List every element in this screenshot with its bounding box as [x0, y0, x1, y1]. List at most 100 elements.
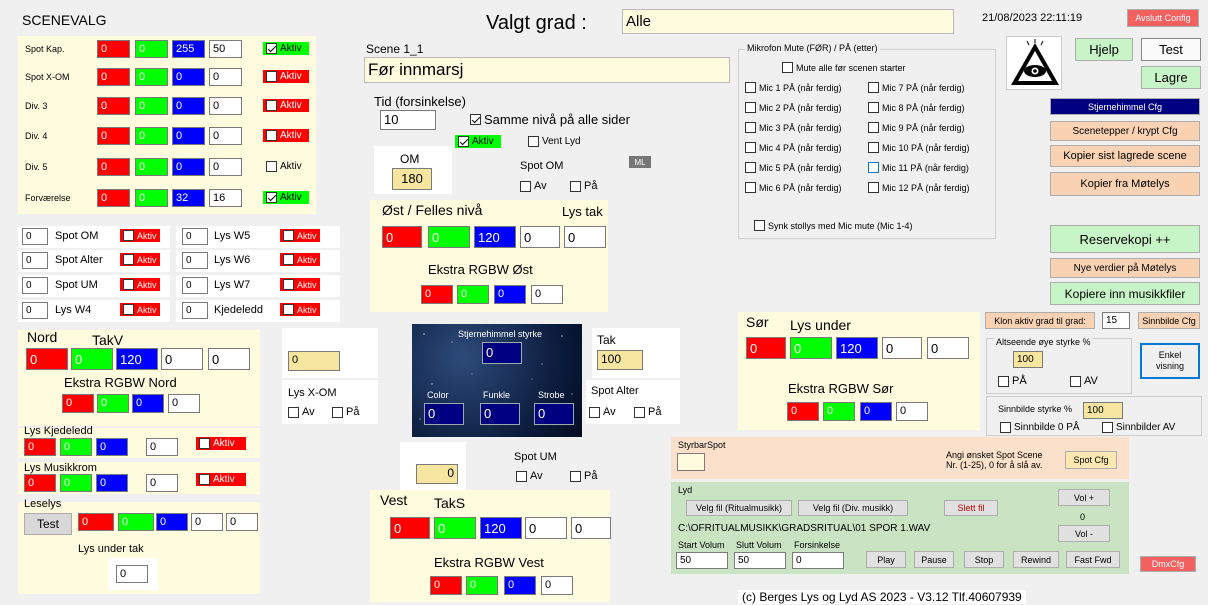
nord-blue-field[interactable]: 120 — [116, 348, 158, 370]
nord-ekstra-green[interactable]: 0 — [97, 394, 129, 413]
spot-alter-pa-checkbox[interactable]: På — [634, 406, 661, 418]
vol-minus-button[interactable]: Vol - — [1058, 525, 1110, 542]
lagre-button[interactable]: Lagre — [1141, 66, 1201, 89]
nord-ekstra-red[interactable]: 0 — [62, 394, 94, 413]
rgb-row-white[interactable]: 0 — [209, 68, 242, 86]
spot-alter-av-checkbox[interactable]: Av — [589, 406, 616, 418]
musikkrom-aktiv-checkbox[interactable]: Aktiv — [196, 473, 246, 486]
rgb-row-green[interactable]: 0 — [135, 189, 168, 207]
play-button[interactable]: Play — [866, 551, 906, 568]
sor-ekstra-blue[interactable]: 0 — [860, 402, 892, 421]
rgb-row-aktiv-checkbox[interactable]: Aktiv — [263, 191, 309, 204]
rgb-row-blue[interactable]: 0 — [172, 68, 205, 86]
mic-checkbox[interactable]: Mic 11 PÅ (når ferdig) — [868, 162, 969, 173]
small-row-value[interactable]: 0 — [182, 302, 208, 319]
rgb-row-green[interactable]: 0 — [135, 97, 168, 115]
rgb-row-blue[interactable]: 0 — [172, 97, 205, 115]
ml-button[interactable]: ML — [629, 156, 651, 168]
rgb-row-aktiv-checkbox[interactable]: Aktiv — [263, 42, 309, 55]
vest-ekstra-red[interactable]: 0 — [430, 576, 462, 595]
velg-div-button[interactable]: Velg fil (Div. musikk) — [798, 500, 908, 516]
small-row-value[interactable]: 0 — [182, 228, 208, 245]
musikkrom-blue[interactable]: 0 — [96, 474, 128, 492]
lys-under-tak-field[interactable]: 0 — [116, 565, 148, 583]
klon-grad-field[interactable]: 15 — [1102, 312, 1130, 329]
rgb-row-white[interactable]: 16 — [209, 189, 242, 207]
altseende-pa-checkbox[interactable]: PÅ — [998, 375, 1027, 387]
rewind-button[interactable]: Rewind — [1013, 551, 1059, 568]
spot-um-av-checkbox[interactable]: Av — [516, 470, 543, 482]
leselys-test-button[interactable]: Test — [24, 513, 72, 535]
sor-red-field[interactable]: 0 — [746, 337, 786, 359]
kjedeledd-blue[interactable]: 0 — [96, 438, 128, 456]
rgb-row-red[interactable]: 0 — [97, 158, 130, 176]
hjelp-button[interactable]: Hjelp — [1075, 38, 1133, 61]
sor-green-field[interactable]: 0 — [790, 337, 832, 359]
rgb-row-green[interactable]: 0 — [135, 127, 168, 145]
sor-blue-field[interactable]: 120 — [836, 337, 878, 359]
rgb-row-white[interactable]: 0 — [209, 127, 242, 145]
kjedeledd-red[interactable]: 0 — [24, 438, 56, 456]
sinnbilde-field[interactable]: 100 — [1083, 402, 1123, 419]
spot-cfg-button[interactable]: Spot Cfg — [1065, 451, 1117, 469]
spot-om-av-checkbox[interactable]: Av — [520, 180, 547, 192]
leselys-white[interactable]: 0 — [191, 513, 223, 531]
mute-all-checkbox[interactable]: Mute alle før scenen starter — [782, 62, 906, 73]
small-row-aktiv-checkbox[interactable]: Aktiv — [280, 229, 320, 242]
fast-fwd-button[interactable]: Fast Fwd — [1066, 551, 1120, 568]
vest-ekstra-white[interactable]: 0 — [541, 576, 573, 595]
um-field[interactable]: 0 — [416, 464, 458, 484]
enkel-visning-button[interactable]: Enkel visning — [1140, 343, 1200, 379]
rgb-row-blue[interactable]: 0 — [172, 158, 205, 176]
nord-ekstra-blue[interactable]: 0 — [132, 394, 164, 413]
mic-checkbox[interactable]: Mic 12 PÅ (når ferdig) — [868, 182, 970, 193]
spot-um-pa-checkbox[interactable]: På — [570, 470, 597, 482]
stjernehimmel-styrke-field[interactable]: 0 — [482, 342, 522, 364]
mic-checkbox[interactable]: Mic 10 PÅ (når ferdig) — [868, 142, 970, 153]
vest-ekstra-blue[interactable]: 0 — [504, 576, 536, 595]
synk-stollys-checkbox[interactable]: Synk stollys med Mic mute (Mic 1-4) — [754, 220, 913, 231]
vest-taks-field[interactable]: 0 — [571, 517, 611, 539]
vest-blue-field[interactable]: 120 — [480, 517, 522, 539]
small-row-aktiv-checkbox[interactable]: Aktiv — [280, 303, 320, 316]
scene-name-field[interactable]: Før innmarsj — [364, 57, 730, 83]
mic-checkbox[interactable]: Mic 6 PÅ (når ferdig) — [745, 182, 842, 193]
small-row-aktiv-checkbox[interactable]: Aktiv — [280, 278, 320, 291]
mic-checkbox[interactable]: Mic 8 PÅ (når ferdig) — [868, 102, 965, 113]
sor-ekstra-green[interactable]: 0 — [823, 402, 855, 421]
rgb-row-red[interactable]: 0 — [97, 97, 130, 115]
lys-under-field[interactable]: 0 — [927, 337, 969, 359]
altseende-field[interactable]: 100 — [1013, 351, 1043, 368]
lys-tak-field[interactable]: 0 — [564, 226, 606, 248]
mic-checkbox[interactable]: Mic 5 PÅ (når ferdig) — [745, 162, 842, 173]
mic-checkbox[interactable]: Mic 2 PÅ (når ferdig) — [745, 102, 842, 113]
ost-white-field[interactable]: 0 — [520, 226, 560, 248]
vest-white-field[interactable]: 0 — [525, 517, 567, 539]
small-row-value[interactable]: 0 — [182, 252, 208, 269]
x-om-av-checkbox[interactable]: Av — [288, 406, 315, 418]
rgb-row-red[interactable]: 0 — [97, 68, 130, 86]
sinnbilde-cfg-button[interactable]: Sinnbilde Cfg — [1138, 312, 1200, 329]
klon-grad-button[interactable]: Klon aktiv grad til grad: — [985, 312, 1095, 329]
tak-field[interactable]: 100 — [597, 350, 643, 370]
rgb-row-red[interactable]: 0 — [97, 40, 130, 58]
rgb-row-red[interactable]: 0 — [97, 189, 130, 207]
vest-ekstra-green[interactable]: 0 — [466, 576, 498, 595]
exit-config-button[interactable]: Avslutt Config — [1127, 9, 1199, 27]
musikkrom-green[interactable]: 0 — [60, 474, 92, 492]
mic-checkbox[interactable]: Mic 9 PÅ (når ferdig) — [868, 122, 965, 133]
stjernehimmel-cfg-button[interactable]: Stjernehimmel Cfg — [1050, 98, 1200, 115]
vest-green-field[interactable]: 0 — [434, 517, 476, 539]
musikkrom-white[interactable]: 0 — [146, 474, 178, 492]
dmx-cfg-button[interactable]: DmxCfg — [1140, 556, 1196, 572]
kopiere-musikk-button[interactable]: Kopiere inn musikkfiler — [1050, 282, 1200, 305]
strobe-field[interactable]: 0 — [534, 403, 574, 425]
funkle-field[interactable]: 0 — [480, 403, 520, 425]
musikkrom-red[interactable]: 0 — [24, 474, 56, 492]
sor-ekstra-white[interactable]: 0 — [896, 402, 928, 421]
ost-green-field[interactable]: 0 — [428, 226, 470, 248]
pause-button[interactable]: Pause — [914, 551, 954, 568]
x-om-pa-checkbox[interactable]: På — [332, 406, 359, 418]
rgb-row-white[interactable]: 50 — [209, 40, 242, 58]
kjedeledd-white[interactable]: 0 — [146, 438, 178, 456]
